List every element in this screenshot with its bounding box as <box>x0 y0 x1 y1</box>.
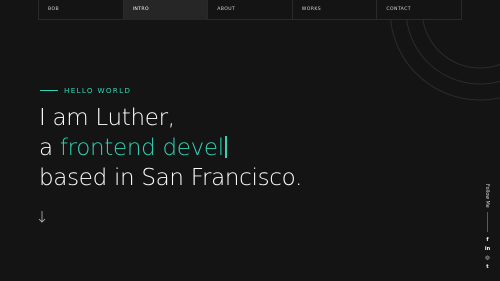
follow-me-label: Follow Me <box>484 184 489 208</box>
page: BOB INTRO ABOUT WORKS CONTACT HELLO WORL… <box>0 0 500 281</box>
scroll-down-arrow-icon[interactable] <box>37 210 47 224</box>
typed-role-text: frontend devel <box>59 135 224 161</box>
hero-headline: I am Luther, a frontend devel based in S… <box>39 103 302 193</box>
nav-item-intro[interactable]: INTRO <box>123 0 209 20</box>
top-navigation: BOB INTRO ABOUT WORKS CONTACT <box>38 0 462 20</box>
headline-line-3: based in San Francisco. <box>39 165 303 191</box>
typing-cursor <box>224 136 227 158</box>
headline-line-1: I am Luther, <box>39 105 175 131</box>
facebook-icon[interactable]: f <box>483 236 492 245</box>
headline-line-2: a frontend devel <box>39 133 302 163</box>
hero-eyebrow: HELLO WORLD <box>40 86 131 95</box>
headline-line-2-prefix: a <box>39 135 60 161</box>
twitter-icon[interactable]: t <box>483 263 492 272</box>
linkedin-icon[interactable]: in <box>483 245 492 254</box>
eyebrow-text: HELLO WORLD <box>64 86 132 95</box>
nav-item-works[interactable]: WORKS <box>293 0 378 20</box>
eyebrow-line <box>40 90 58 91</box>
nav-item-bob[interactable]: BOB <box>39 0 124 20</box>
follow-divider <box>487 212 488 232</box>
dribbble-icon[interactable]: ◎ <box>483 254 492 263</box>
nav-item-contact[interactable]: CONTACT <box>377 0 461 20</box>
nav-item-about[interactable]: ABOUT <box>208 0 293 20</box>
